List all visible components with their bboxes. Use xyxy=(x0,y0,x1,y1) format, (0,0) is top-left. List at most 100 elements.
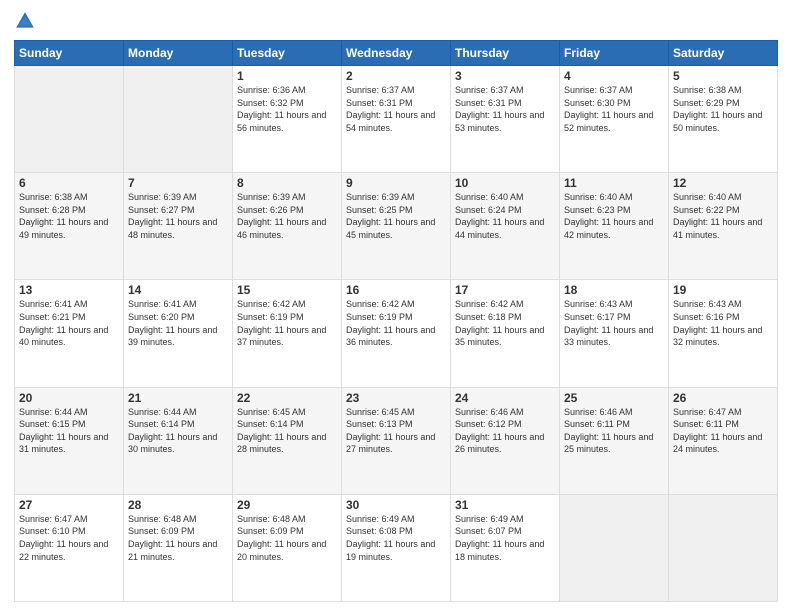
day-info: Sunrise: 6:44 AMSunset: 6:15 PMDaylight:… xyxy=(19,407,108,455)
day-number: 12 xyxy=(673,176,773,190)
calendar-cell: 30 Sunrise: 6:49 AMSunset: 6:08 PMDayligh… xyxy=(342,494,451,601)
day-number: 14 xyxy=(128,283,228,297)
day-info: Sunrise: 6:44 AMSunset: 6:14 PMDaylight:… xyxy=(128,407,217,455)
weekday-header-thursday: Thursday xyxy=(451,41,560,66)
day-info: Sunrise: 6:42 AMSunset: 6:18 PMDaylight:… xyxy=(455,299,544,347)
calendar-cell: 15Sunrise: 6:42 AMSunset: 6:19 PMDayligh… xyxy=(233,280,342,387)
week-row-2: 13 Sunrise: 6:41 AMSunset: 6:21 PMDayligh… xyxy=(15,280,778,387)
calendar-cell: 27 Sunrise: 6:47 AMSunset: 6:10 PMDayligh… xyxy=(15,494,124,601)
weekday-header-row: SundayMondayTuesdayWednesdayThursdayFrid… xyxy=(15,41,778,66)
calendar-cell xyxy=(124,66,233,173)
calendar-cell: 10Sunrise: 6:40 AMSunset: 6:24 PMDayligh… xyxy=(451,173,560,280)
calendar-cell xyxy=(15,66,124,173)
day-number: 9 xyxy=(346,176,446,190)
day-info: Sunrise: 6:38 AMSunset: 6:29 PMDaylight:… xyxy=(673,85,762,133)
calendar-cell: 20 Sunrise: 6:44 AMSunset: 6:15 PMDayligh… xyxy=(15,387,124,494)
day-info: Sunrise: 6:40 AMSunset: 6:22 PMDaylight:… xyxy=(673,192,762,240)
week-row-3: 20 Sunrise: 6:44 AMSunset: 6:15 PMDayligh… xyxy=(15,387,778,494)
day-info: Sunrise: 6:46 AMSunset: 6:11 PMDaylight:… xyxy=(564,407,653,455)
calendar-cell: 11 Sunrise: 6:40 AMSunset: 6:23 PMDayligh… xyxy=(560,173,669,280)
day-number: 5 xyxy=(673,69,773,83)
logo xyxy=(14,10,40,32)
calendar-cell: 13 Sunrise: 6:41 AMSunset: 6:21 PMDayligh… xyxy=(15,280,124,387)
calendar-cell: 22Sunrise: 6:45 AMSunset: 6:14 PMDayligh… xyxy=(233,387,342,494)
week-row-4: 27 Sunrise: 6:47 AMSunset: 6:10 PMDayligh… xyxy=(15,494,778,601)
day-number: 4 xyxy=(564,69,664,83)
day-number: 20 xyxy=(19,391,119,405)
day-info: Sunrise: 6:37 AMSunset: 6:31 PMDaylight:… xyxy=(455,85,544,133)
calendar-cell: 26Sunrise: 6:47 AMSunset: 6:11 PMDayligh… xyxy=(669,387,778,494)
day-info: Sunrise: 6:49 AMSunset: 6:08 PMDaylight:… xyxy=(346,514,435,562)
day-number: 28 xyxy=(128,498,228,512)
day-info: Sunrise: 6:46 AMSunset: 6:12 PMDaylight:… xyxy=(455,407,544,455)
day-info: Sunrise: 6:42 AMSunset: 6:19 PMDaylight:… xyxy=(346,299,435,347)
day-info: Sunrise: 6:49 AMSunset: 6:07 PMDaylight:… xyxy=(455,514,544,562)
day-number: 16 xyxy=(346,283,446,297)
day-info: Sunrise: 6:43 AMSunset: 6:16 PMDaylight:… xyxy=(673,299,762,347)
calendar-cell: 4 Sunrise: 6:37 AMSunset: 6:30 PMDaylight… xyxy=(560,66,669,173)
day-number: 25 xyxy=(564,391,664,405)
day-info: Sunrise: 6:38 AMSunset: 6:28 PMDaylight:… xyxy=(19,192,108,240)
weekday-header-sunday: Sunday xyxy=(15,41,124,66)
week-row-0: 1Sunrise: 6:36 AMSunset: 6:32 PMDaylight… xyxy=(15,66,778,173)
day-info: Sunrise: 6:43 AMSunset: 6:17 PMDaylight:… xyxy=(564,299,653,347)
weekday-header-tuesday: Tuesday xyxy=(233,41,342,66)
day-number: 30 xyxy=(346,498,446,512)
weekday-header-monday: Monday xyxy=(124,41,233,66)
day-info: Sunrise: 6:40 AMSunset: 6:23 PMDaylight:… xyxy=(564,192,653,240)
day-number: 13 xyxy=(19,283,119,297)
calendar-cell: 23 Sunrise: 6:45 AMSunset: 6:13 PMDayligh… xyxy=(342,387,451,494)
day-number: 27 xyxy=(19,498,119,512)
day-number: 21 xyxy=(128,391,228,405)
week-row-1: 6 Sunrise: 6:38 AMSunset: 6:28 PMDaylight… xyxy=(15,173,778,280)
day-number: 24 xyxy=(455,391,555,405)
calendar-cell: 8Sunrise: 6:39 AMSunset: 6:26 PMDaylight… xyxy=(233,173,342,280)
day-number: 22 xyxy=(237,391,337,405)
day-number: 2 xyxy=(346,69,446,83)
day-info: Sunrise: 6:41 AMSunset: 6:20 PMDaylight:… xyxy=(128,299,217,347)
weekday-header-friday: Friday xyxy=(560,41,669,66)
calendar-cell: 9 Sunrise: 6:39 AMSunset: 6:25 PMDaylight… xyxy=(342,173,451,280)
calendar-cell: 17 Sunrise: 6:42 AMSunset: 6:18 PMDayligh… xyxy=(451,280,560,387)
calendar-cell xyxy=(669,494,778,601)
calendar-cell: 18 Sunrise: 6:43 AMSunset: 6:17 PMDayligh… xyxy=(560,280,669,387)
day-number: 29 xyxy=(237,498,337,512)
weekday-header-wednesday: Wednesday xyxy=(342,41,451,66)
day-info: Sunrise: 6:47 AMSunset: 6:10 PMDaylight:… xyxy=(19,514,108,562)
day-info: Sunrise: 6:37 AMSunset: 6:30 PMDaylight:… xyxy=(564,85,653,133)
header xyxy=(14,10,778,32)
calendar-cell: 25 Sunrise: 6:46 AMSunset: 6:11 PMDayligh… xyxy=(560,387,669,494)
day-number: 3 xyxy=(455,69,555,83)
calendar-cell: 2Sunrise: 6:37 AMSunset: 6:31 PMDaylight… xyxy=(342,66,451,173)
calendar-cell: 5 Sunrise: 6:38 AMSunset: 6:29 PMDaylight… xyxy=(669,66,778,173)
day-number: 11 xyxy=(564,176,664,190)
day-info: Sunrise: 6:45 AMSunset: 6:13 PMDaylight:… xyxy=(346,407,435,455)
calendar-cell: 16 Sunrise: 6:42 AMSunset: 6:19 PMDayligh… xyxy=(342,280,451,387)
calendar-cell xyxy=(560,494,669,601)
day-info: Sunrise: 6:40 AMSunset: 6:24 PMDaylight:… xyxy=(455,192,544,240)
day-info: Sunrise: 6:48 AMSunset: 6:09 PMDaylight:… xyxy=(237,514,326,562)
calendar-cell: 31Sunrise: 6:49 AMSunset: 6:07 PMDayligh… xyxy=(451,494,560,601)
calendar: SundayMondayTuesdayWednesdayThursdayFrid… xyxy=(14,40,778,602)
calendar-cell: 29 Sunrise: 6:48 AMSunset: 6:09 PMDayligh… xyxy=(233,494,342,601)
calendar-cell: 12 Sunrise: 6:40 AMSunset: 6:22 PMDayligh… xyxy=(669,173,778,280)
day-number: 6 xyxy=(19,176,119,190)
weekday-header-saturday: Saturday xyxy=(669,41,778,66)
day-number: 23 xyxy=(346,391,446,405)
calendar-cell: 1Sunrise: 6:36 AMSunset: 6:32 PMDaylight… xyxy=(233,66,342,173)
day-number: 18 xyxy=(564,283,664,297)
day-number: 26 xyxy=(673,391,773,405)
calendar-cell: 14 Sunrise: 6:41 AMSunset: 6:20 PMDayligh… xyxy=(124,280,233,387)
day-number: 17 xyxy=(455,283,555,297)
calendar-cell: 21 Sunrise: 6:44 AMSunset: 6:14 PMDayligh… xyxy=(124,387,233,494)
day-info: Sunrise: 6:41 AMSunset: 6:21 PMDaylight:… xyxy=(19,299,108,347)
calendar-cell: 3 Sunrise: 6:37 AMSunset: 6:31 PMDaylight… xyxy=(451,66,560,173)
day-number: 1 xyxy=(237,69,337,83)
logo-icon xyxy=(14,10,36,32)
day-number: 8 xyxy=(237,176,337,190)
day-number: 15 xyxy=(237,283,337,297)
calendar-cell: 28Sunrise: 6:48 AMSunset: 6:09 PMDayligh… xyxy=(124,494,233,601)
calendar-cell: 7Sunrise: 6:39 AMSunset: 6:27 PMDaylight… xyxy=(124,173,233,280)
day-number: 7 xyxy=(128,176,228,190)
day-info: Sunrise: 6:39 AMSunset: 6:25 PMDaylight:… xyxy=(346,192,435,240)
